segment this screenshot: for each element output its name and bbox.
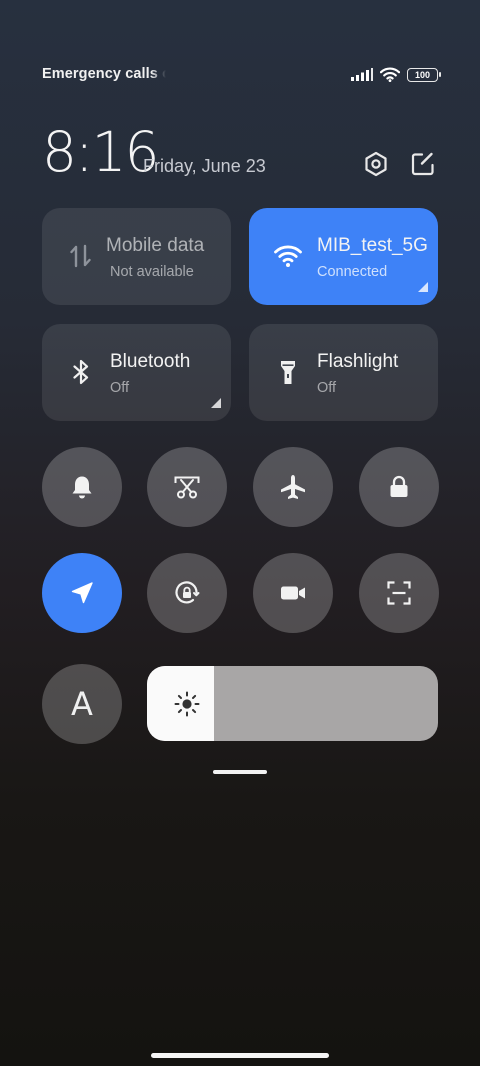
date[interactable]: Friday, June 23 [143,156,266,177]
carrier-text: Emergency calls only [42,66,166,82]
wifi-expand-corner-icon[interactable] [418,282,428,292]
mobile-data-label: Mobile data [106,235,205,256]
status-icons: 100 [351,67,441,82]
rotation-lock-icon [175,581,200,604]
edit-icon[interactable] [410,151,436,177]
status-bar: Emergency calls only 100 [42,66,441,86]
wifi-icon [274,245,302,267]
battery-icon: 100 [407,67,441,82]
toggle-rotation-lock[interactable] [147,553,227,633]
airplane-icon [281,475,305,499]
sun-icon [174,691,200,717]
bell-icon [72,476,92,499]
toggle-ring-mode[interactable] [42,447,122,527]
flashlight-label: Flashlight [317,351,399,372]
toggle-screenshot[interactable] [147,447,227,527]
location-arrow-icon [71,582,93,604]
video-camera-icon [281,586,305,600]
tile-wifi[interactable]: MIB_test_5G Connected [249,208,438,305]
brightness-slider[interactable] [147,666,438,741]
home-indicator[interactable] [151,1053,329,1058]
battery-level: 100 [414,69,431,80]
flashlight-status: Off [317,380,337,396]
toggle-lock-screen[interactable] [359,447,439,527]
tile-flashlight[interactable]: Flashlight Off [249,324,438,421]
signal-icon [351,68,373,81]
font-size-icon: A [71,685,93,723]
wifi-status-icon [380,67,400,82]
wifi-network-name: MIB_test_5G [317,235,428,256]
toggle-airplane-mode[interactable] [253,447,333,527]
scan-icon [387,581,411,605]
tile-mobile-data[interactable]: Mobile data Not available [42,208,231,305]
flashlight-icon [281,361,295,384]
bluetooth-icon [73,359,89,385]
clock[interactable]: 8:16 [42,120,160,184]
toggle-location[interactable] [42,553,122,633]
settings-icon[interactable] [363,151,389,177]
panel-drag-handle[interactable] [213,770,267,774]
toggle-scanner[interactable] [359,553,439,633]
wifi-status: Connected [317,264,388,280]
tile-bluetooth[interactable]: Bluetooth Off [42,324,231,421]
scissors-icon [174,476,200,499]
bluetooth-status: Off [110,380,130,396]
font-size-button[interactable]: A [42,664,122,744]
mobile-data-icon [70,244,91,268]
lock-icon [390,475,408,497]
bluetooth-label: Bluetooth [110,351,191,372]
mobile-data-status: Not available [110,264,194,280]
toggle-screen-recorder[interactable] [253,553,333,633]
bluetooth-expand-corner-icon[interactable] [211,398,221,408]
